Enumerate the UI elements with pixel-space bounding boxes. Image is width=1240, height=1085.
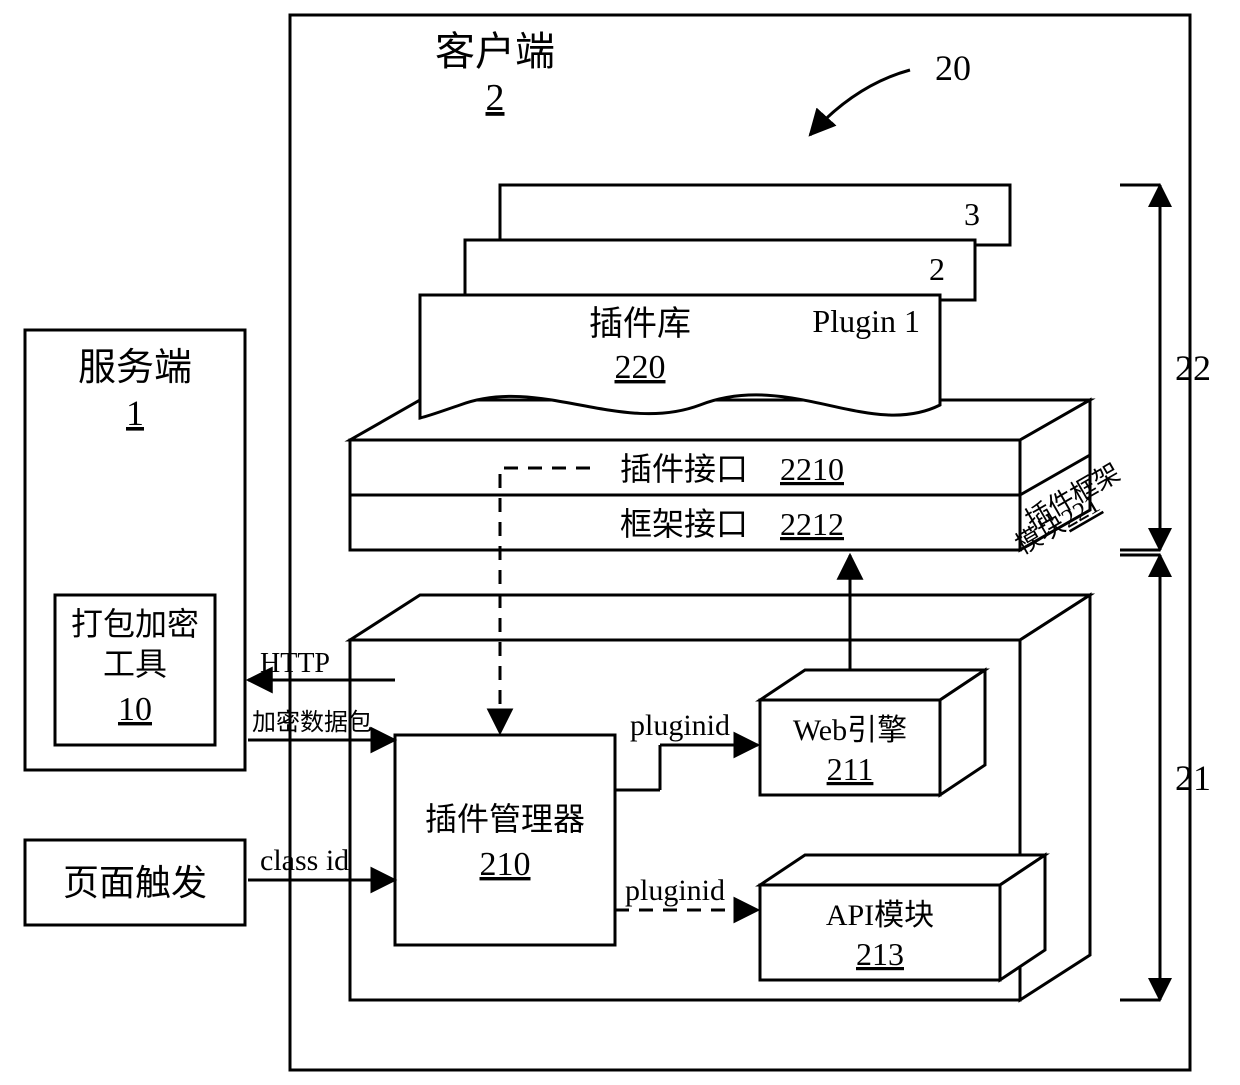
web-engine-id: 211 xyxy=(827,751,874,787)
server-box: 服务端 1 打包加密 工具 10 xyxy=(25,330,245,770)
plugin-lib-id: 220 xyxy=(615,349,666,386)
page-trigger-label: 页面触发 xyxy=(63,863,207,903)
api-module-title: API模块 xyxy=(826,899,934,932)
plugin-manager-id: 210 xyxy=(480,846,531,883)
plugin-manager-title: 插件管理器 xyxy=(425,801,585,837)
plugin-interface-id: 2210 xyxy=(780,451,844,487)
server-id: 1 xyxy=(126,393,144,433)
label-pluginid-top: pluginid xyxy=(630,709,730,742)
client-id: 2 xyxy=(486,77,505,119)
plugin-framework-slab: 插件接口 2210 框架接口 2212 插件框架 模块 221 xyxy=(350,400,1125,560)
bracket-21-label: 21 xyxy=(1175,758,1211,798)
plugin-card-1-label: Plugin 1 xyxy=(812,303,920,339)
api-module-box: API模块 213 xyxy=(760,855,1045,980)
framework-interface-id: 2212 xyxy=(780,506,844,542)
tool-id: 10 xyxy=(118,691,152,728)
tool-line1: 打包加密 xyxy=(71,606,199,642)
page-trigger-box: 页面触发 xyxy=(25,840,245,925)
plugin-interface-label: 插件接口 xyxy=(620,451,748,487)
plugin-card-2-num: 2 xyxy=(929,251,945,287)
framework-interface-label: 框架接口 xyxy=(620,506,748,542)
plugin-lib-title: 插件库 xyxy=(589,305,691,343)
pack-encrypt-tool: 打包加密 工具 10 xyxy=(55,595,215,745)
web-engine-title: Web引擎 xyxy=(793,714,907,747)
web-engine-box: Web引擎 211 xyxy=(760,670,985,795)
client-title: 客户端 xyxy=(435,29,555,74)
label-http: HTTP xyxy=(260,648,330,679)
tool-line2: 工具 xyxy=(103,646,167,682)
api-module-id: 213 xyxy=(856,936,904,972)
system-ref-label: 20 xyxy=(935,48,971,88)
plugin-card-3: 3 xyxy=(500,185,1010,245)
label-classid: class id xyxy=(260,844,349,877)
label-enc-pkt: 加密数据包 xyxy=(252,709,372,736)
bracket-22-label: 22 xyxy=(1175,348,1211,388)
label-pluginid-bottom: pluginid xyxy=(625,874,725,907)
plugin-card-2: 2 xyxy=(465,240,975,300)
server-title: 服务端 xyxy=(78,347,192,389)
plugin-manager-box: 插件管理器 210 xyxy=(395,735,615,945)
plugin-card-3-num: 3 xyxy=(964,196,980,232)
